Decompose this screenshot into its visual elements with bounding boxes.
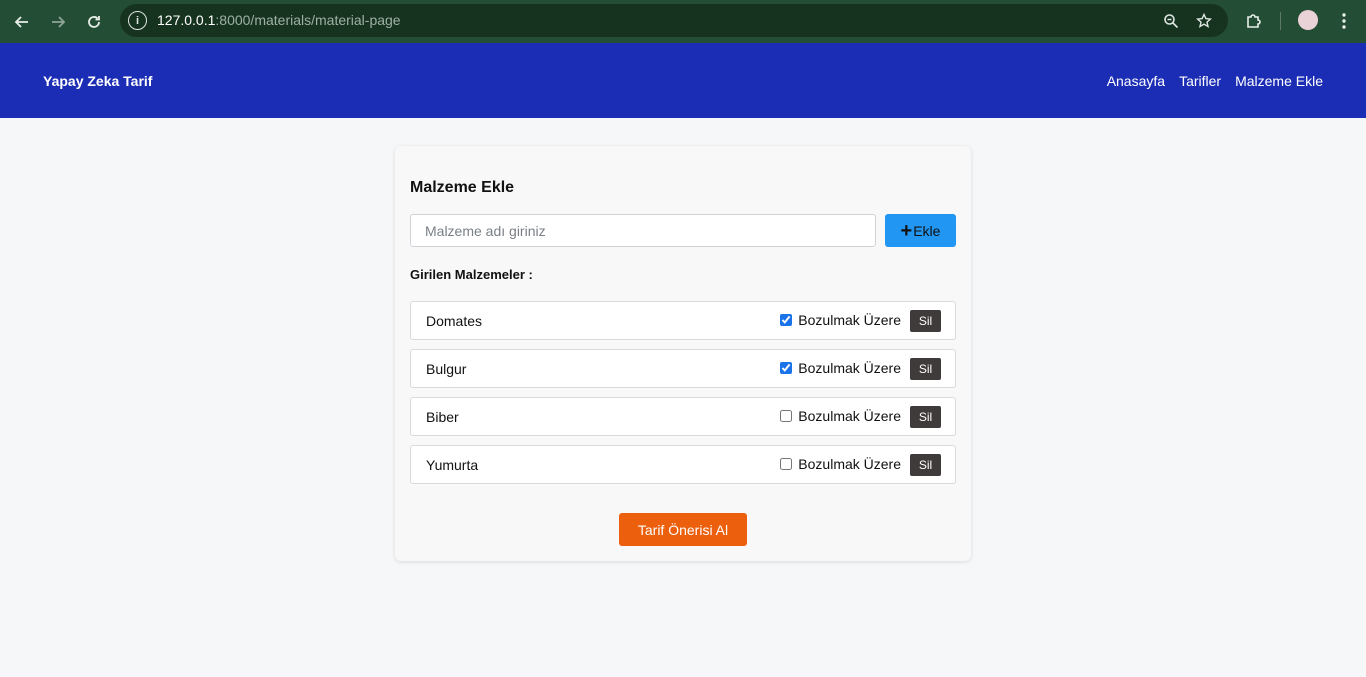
nav-link-malzeme-ekle[interactable]: Malzeme Ekle bbox=[1235, 73, 1323, 89]
materials-list: Domates Bozulmak Üzere Sil Bulgur Bozulm… bbox=[410, 301, 956, 493]
spoiling-toggle[interactable]: Bozulmak Üzere bbox=[780, 456, 901, 472]
add-material-button[interactable]: + Ekle bbox=[885, 214, 956, 247]
materials-list-label: Girilen Malzemeler : bbox=[410, 267, 533, 282]
material-name: Domates bbox=[426, 313, 483, 329]
forward-arrow-icon[interactable] bbox=[46, 10, 70, 34]
back-arrow-icon[interactable] bbox=[10, 10, 34, 34]
spoiling-checkbox[interactable] bbox=[780, 458, 793, 470]
get-recipe-suggestion-button[interactable]: Tarif Önerisi Al bbox=[619, 513, 747, 546]
list-item: Bulgur Bozulmak Üzere Sil bbox=[410, 349, 956, 388]
reload-icon[interactable] bbox=[82, 10, 106, 34]
spoiling-label: Bozulmak Üzere bbox=[798, 408, 901, 424]
spoiling-checkbox[interactable] bbox=[780, 362, 793, 374]
list-item: Domates Bozulmak Üzere Sil bbox=[410, 301, 956, 340]
card-title: Malzeme Ekle bbox=[410, 179, 515, 196]
url-path: :8000/materials/material-page bbox=[215, 12, 401, 28]
profile-avatar[interactable] bbox=[1298, 10, 1318, 30]
spoiling-label: Bozulmak Üzere bbox=[798, 360, 901, 376]
brand-logo-text[interactable]: Yapay Zeka Tarif bbox=[43, 73, 152, 89]
material-card: Malzeme Ekle + Ekle Girilen Malzemeler :… bbox=[395, 146, 971, 561]
delete-button[interactable]: Sil bbox=[910, 454, 941, 476]
puzzle-icon[interactable] bbox=[1242, 9, 1266, 33]
url-host: 127.0.0.1 bbox=[157, 12, 216, 28]
spoiling-checkbox[interactable] bbox=[780, 314, 793, 326]
spoiling-label: Bozulmak Üzere bbox=[798, 456, 901, 472]
info-icon[interactable]: i bbox=[128, 11, 147, 30]
material-name-input[interactable] bbox=[410, 214, 876, 247]
toolbar-separator bbox=[1280, 12, 1281, 30]
nav-link-anasayfa[interactable]: Anasayfa bbox=[1107, 73, 1165, 89]
spoiling-toggle[interactable]: Bozulmak Üzere bbox=[780, 360, 901, 376]
spoiling-toggle[interactable]: Bozulmak Üzere bbox=[780, 312, 901, 328]
spoiling-checkbox[interactable] bbox=[780, 410, 793, 422]
spoiling-label: Bozulmak Üzere bbox=[798, 312, 901, 328]
zoom-icon[interactable] bbox=[1160, 10, 1182, 32]
list-item: Biber Bozulmak Üzere Sil bbox=[410, 397, 956, 436]
url-text[interactable]: 127.0.0.1:8000/materials/material-page bbox=[157, 12, 401, 28]
nav-link-tarifler[interactable]: Tarifler bbox=[1179, 73, 1221, 89]
spoiling-toggle[interactable]: Bozulmak Üzere bbox=[780, 408, 901, 424]
app-navbar: Yapay Zeka Tarif Anasayfa Tarifler Malze… bbox=[0, 43, 1366, 118]
address-bar[interactable]: i 127.0.0.1:8000/materials/material-page bbox=[120, 4, 1228, 37]
material-name: Biber bbox=[426, 409, 459, 425]
material-name: Bulgur bbox=[426, 361, 467, 377]
material-name: Yumurta bbox=[426, 457, 479, 473]
delete-button[interactable]: Sil bbox=[910, 406, 941, 428]
delete-button[interactable]: Sil bbox=[910, 358, 941, 380]
list-item: Yumurta Bozulmak Üzere Sil bbox=[410, 445, 956, 484]
plus-icon: + bbox=[900, 219, 913, 242]
star-icon[interactable] bbox=[1193, 10, 1215, 32]
nav-links: Anasayfa Tarifler Malzeme Ekle bbox=[1107, 73, 1323, 89]
delete-button[interactable]: Sil bbox=[910, 310, 941, 332]
kebab-menu-icon[interactable] bbox=[1332, 9, 1356, 33]
add-button-label: Ekle bbox=[913, 222, 941, 239]
browser-toolbar: i 127.0.0.1:8000/materials/material-page bbox=[0, 0, 1366, 43]
